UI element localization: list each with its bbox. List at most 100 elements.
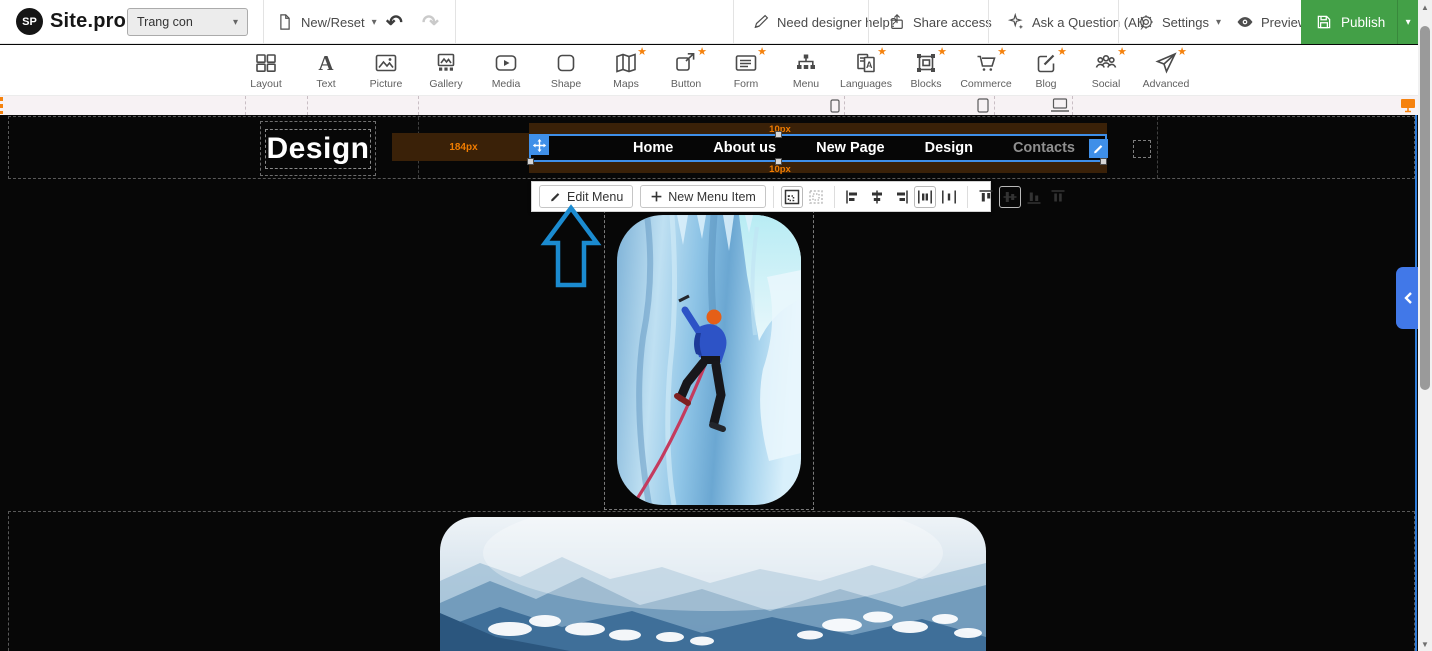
scroll-down-button[interactable]: ▼ [1418, 637, 1432, 651]
widget-label: Layout [250, 78, 282, 90]
space-v-icon [1049, 188, 1067, 206]
widget-item[interactable]: ★ Blog [1016, 45, 1076, 96]
widget-label: Social [1092, 78, 1121, 90]
menu-item[interactable]: About us [693, 140, 796, 156]
toolbar-icon-button[interactable] [999, 186, 1021, 208]
menu-item[interactable]: Contacts [993, 140, 1095, 156]
new-menu-item-button[interactable]: New Menu Item [640, 185, 766, 208]
toolbar-icon-button[interactable] [805, 186, 827, 208]
chevron-down-icon: ▾ [372, 17, 377, 28]
edit-pencil-handle[interactable] [1089, 139, 1108, 158]
menu-item[interactable]: Home [613, 140, 693, 156]
align-left-icon [844, 188, 862, 206]
brand-logo[interactable]: SP Site.pro [16, 8, 126, 35]
designer-help-button[interactable]: Need designer help? [748, 0, 901, 44]
media-icon [494, 51, 518, 75]
star-badge-icon: ★ [1177, 47, 1187, 58]
widget-item[interactable]: ★ Advanced [1136, 45, 1196, 96]
vertical-scrollbar[interactable]: ▲ ▼ [1418, 0, 1432, 651]
toolbar-icon-button[interactable] [975, 186, 997, 208]
star-badge-icon: ★ [637, 47, 647, 58]
layout-icon [254, 51, 278, 75]
sp-logo-icon: SP [16, 8, 43, 35]
tablet-breakpoint-line [994, 96, 995, 115]
languages-icon: A [854, 51, 878, 75]
widget-item[interactable]: ★ Gallery [416, 45, 476, 96]
toolbar-icon-button[interactable] [1047, 186, 1069, 208]
ask-ai-button[interactable]: Ask a Question (AI) [1003, 0, 1149, 44]
toolbar-icon-button[interactable] [1023, 186, 1045, 208]
widget-item[interactable]: ★ Media [476, 45, 536, 96]
empty-widget-placeholder[interactable] [1133, 140, 1151, 158]
shape-icon [554, 51, 578, 75]
sparkles-icon [1007, 13, 1025, 31]
file-icon [276, 13, 294, 31]
widget-label: Languages [840, 78, 892, 90]
publish-button[interactable]: Publish ▾ [1301, 0, 1418, 44]
widget-item[interactable]: ★ Button [656, 45, 716, 96]
social-icon [1094, 51, 1118, 75]
phone-breakpoint-icon[interactable] [830, 99, 840, 113]
new-reset-button[interactable]: New/Reset ▾ [272, 0, 381, 44]
share-access-button[interactable]: Share access [884, 0, 996, 44]
width-indicator: 184px [392, 133, 535, 161]
toolbar-icon-button[interactable] [842, 186, 864, 208]
laptop-breakpoint-icon[interactable] [1050, 98, 1070, 113]
eye-icon [1236, 13, 1254, 31]
undo-button[interactable]: ↶ [382, 0, 407, 44]
widget-item[interactable]: ★ Blocks [896, 45, 956, 96]
widget-item[interactable]: ★ Menu [776, 45, 836, 96]
preview-button[interactable]: Preview [1232, 0, 1311, 44]
desktop-breakpoint-icon[interactable] [1400, 98, 1416, 113]
column-divider [1157, 117, 1158, 178]
menu-icon [794, 51, 818, 75]
menu-item[interactable]: Design [905, 140, 993, 156]
widget-item[interactable]: ★ Shape [536, 45, 596, 96]
publish-dropdown-button[interactable]: ▾ [1397, 0, 1418, 44]
resize-handle-bottom-left[interactable] [527, 158, 534, 165]
menu-widget[interactable]: Home About us New Page Design Contacts [529, 134, 1107, 162]
widget-item[interactable]: ★ Social [1076, 45, 1136, 96]
widget-item[interactable]: A ★ Languages [836, 45, 896, 96]
resize-handle-bottom[interactable] [775, 158, 782, 165]
collapse-panel-tab[interactable] [1396, 267, 1419, 329]
toolbar-icon-button[interactable] [938, 186, 960, 208]
move-handle[interactable] [530, 136, 549, 155]
mountains-image[interactable] [440, 517, 986, 651]
blog-icon [1034, 51, 1058, 75]
page-select[interactable]: Trang con ▾ [127, 8, 248, 36]
redo-button[interactable]: ↷ [418, 0, 443, 44]
widget-item[interactable]: ★ Picture [356, 45, 416, 96]
picture-icon [374, 51, 398, 75]
resize-handle-top[interactable] [775, 131, 782, 138]
widget-item[interactable]: A ★ Text [296, 45, 356, 96]
toolbar-icon-button[interactable] [914, 186, 936, 208]
ice-climber-image[interactable] [617, 215, 801, 505]
page-select-value: Trang con [137, 15, 193, 29]
logo-widget[interactable]: Design [265, 129, 371, 169]
scrollbar-thumb[interactable] [1420, 26, 1430, 390]
widget-label: Blocks [911, 78, 942, 90]
logo-text: Design [266, 132, 369, 166]
divider [733, 0, 734, 44]
widget-item[interactable]: ★ Maps [596, 45, 656, 96]
gallery-icon [434, 51, 458, 75]
toolbar-icon-button[interactable] [781, 186, 803, 208]
toolbar-icon-button[interactable] [866, 186, 888, 208]
advanced-icon [1154, 51, 1178, 75]
scroll-up-button[interactable]: ▲ [1418, 0, 1432, 14]
widget-item[interactable]: ★ Form [716, 45, 776, 96]
page-right-guide [1415, 115, 1417, 651]
divider [988, 0, 989, 44]
widget-label: Advanced [1143, 78, 1190, 90]
toolbar-icon-button[interactable] [890, 186, 912, 208]
settings-button[interactable]: Settings ▾ [1133, 0, 1225, 44]
resize-handle-bottom-right[interactable] [1100, 158, 1107, 165]
menu-item[interactable]: New Page [796, 140, 905, 156]
widget-item[interactable]: ★ Layout [236, 45, 296, 96]
gear-icon [1137, 13, 1155, 31]
widget-label: Maps [613, 78, 639, 90]
tablet-breakpoint-icon[interactable] [977, 98, 989, 113]
widget-item[interactable]: ★ Commerce [956, 45, 1016, 96]
chevron-down-icon: ▾ [1216, 17, 1221, 28]
